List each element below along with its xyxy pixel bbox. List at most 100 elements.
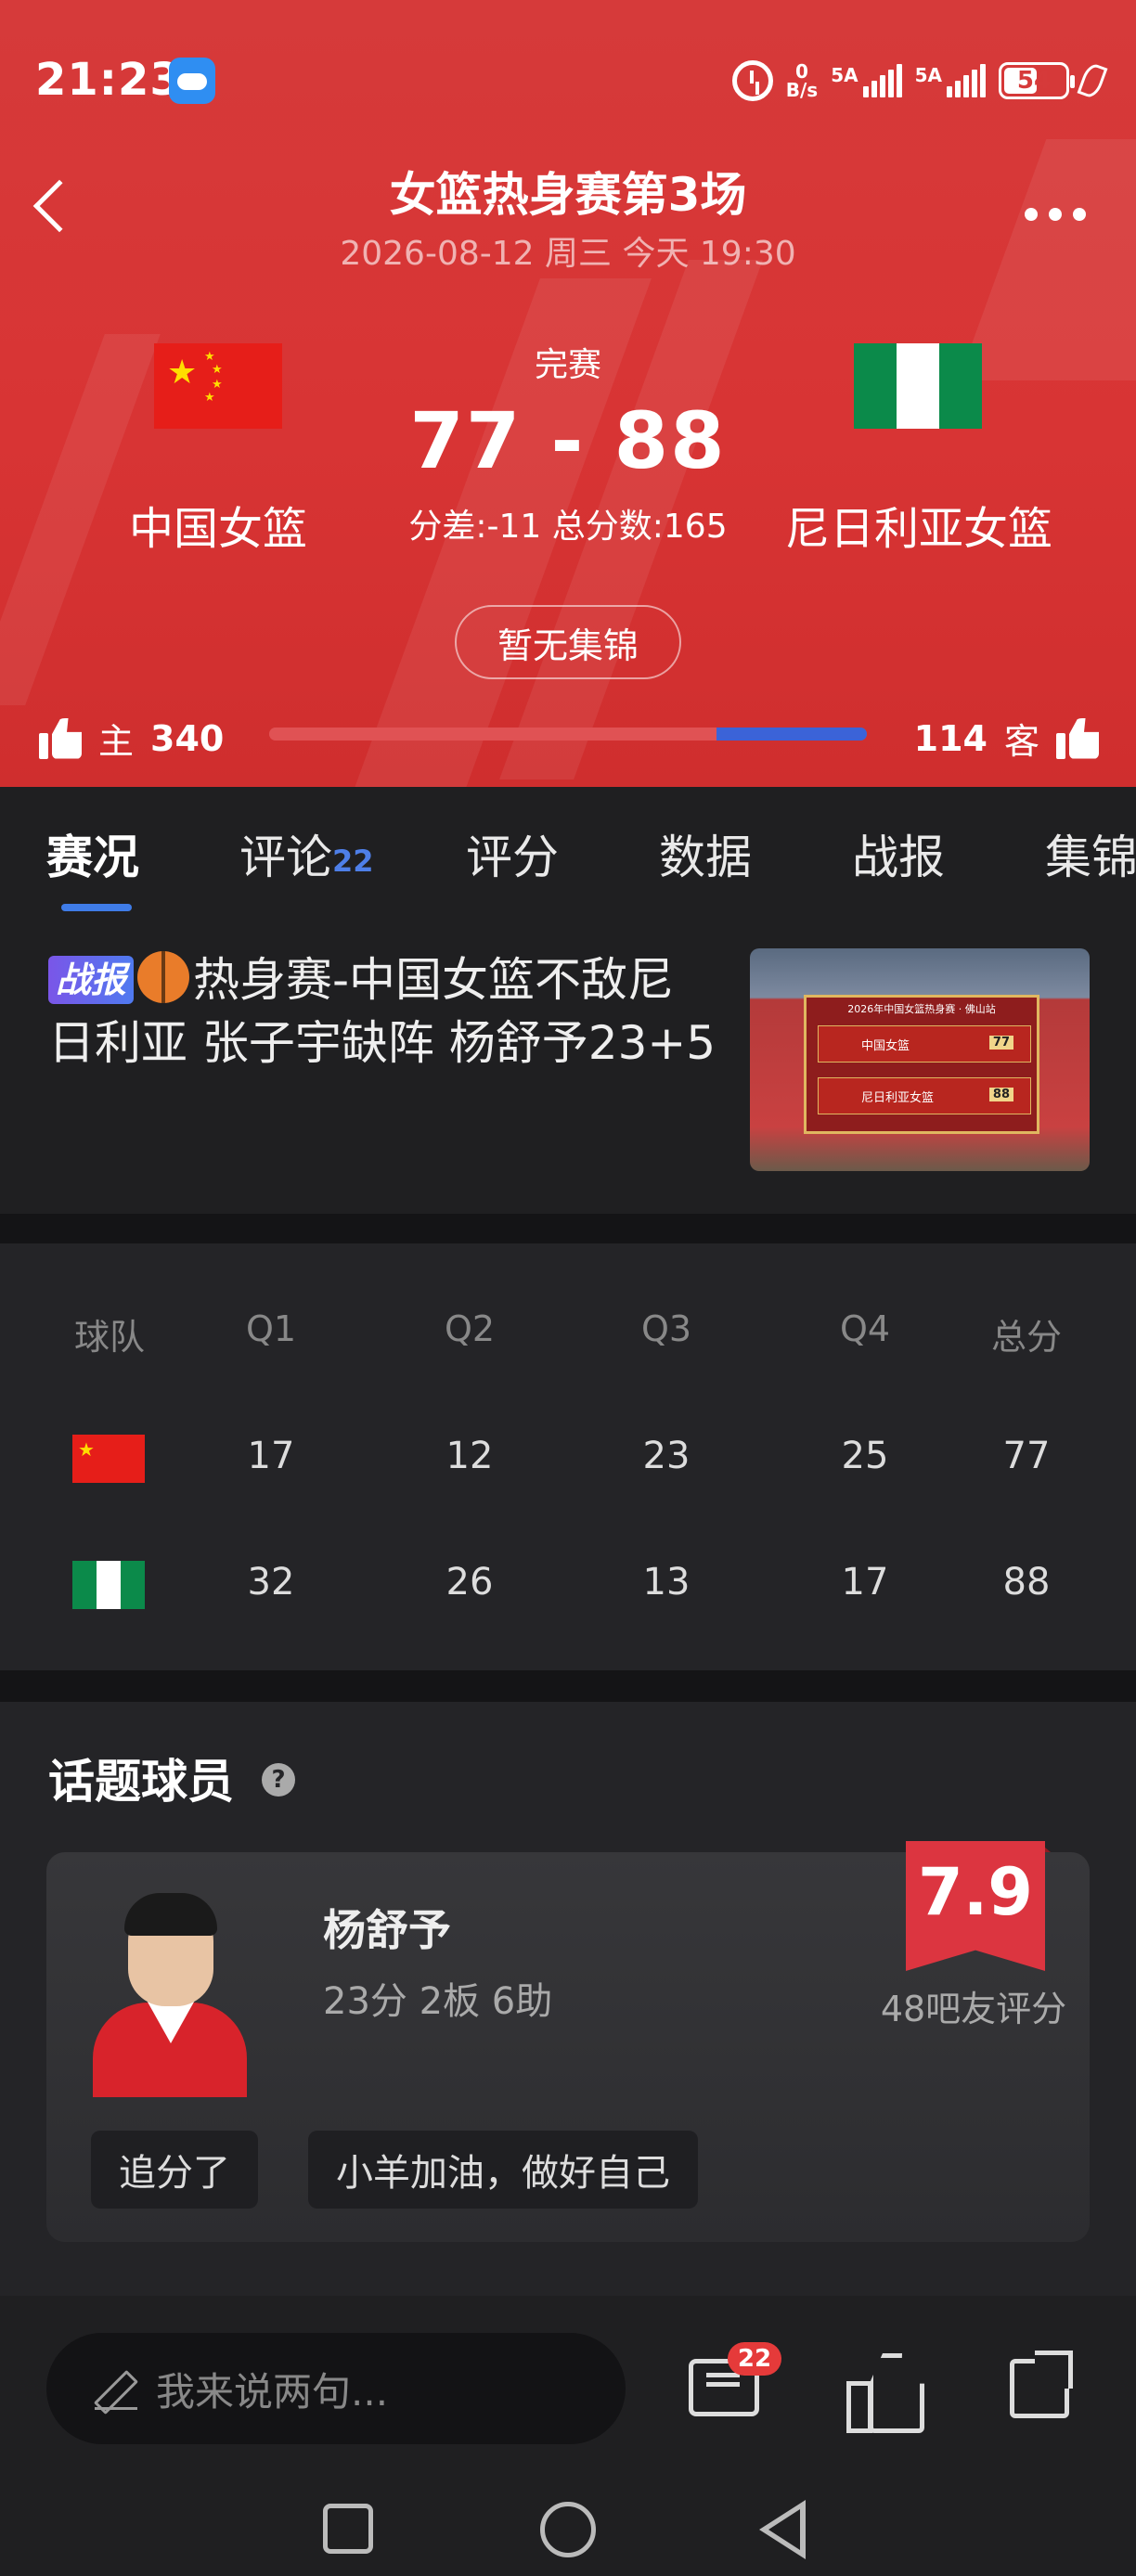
match-status: 完赛 xyxy=(534,346,601,384)
home-vote-count: 340 xyxy=(150,717,225,759)
comment-chip[interactable]: 小羊加油，做好自己 xyxy=(308,2131,698,2209)
page-title: 女篮热身赛第3场 xyxy=(389,168,747,222)
scoreboard-score: 77 xyxy=(988,1036,1013,1050)
tab-label: 集锦 xyxy=(1045,831,1136,884)
tab-report[interactable]: 战报 xyxy=(852,820,945,887)
match-score: 77 - 88 xyxy=(409,395,727,486)
news-headline-block: 战报 热身赛-中国女篮不敌尼日利亚 张子宇缺阵 杨舒予23+5 xyxy=(48,948,716,1075)
tab-comments[interactable]: 评论22 xyxy=(239,820,374,887)
scoreboard-team: 中国女篮 xyxy=(861,1038,910,1053)
tab-game-status[interactable]: 赛况 xyxy=(46,820,139,887)
vote-progress-bar xyxy=(269,728,867,741)
like-icon[interactable] xyxy=(846,2353,917,2433)
section-divider xyxy=(0,1214,1136,1243)
scoreboard-title: 2026年中国女篮热身赛 · 佛山站 xyxy=(847,1003,996,1015)
vote-bar-away xyxy=(716,728,867,741)
scoreboard-team: 尼日利亚女篮 xyxy=(861,1090,935,1105)
news-thumbnail[interactable]: 2026年中国女篮热身赛 · 佛山站 中国女篮 77 尼日利亚女篮 88 xyxy=(750,948,1090,1171)
table-cell: 26 xyxy=(445,1561,494,1604)
comment-placeholder: 我来说两句... xyxy=(156,2368,389,2415)
more-icon[interactable] xyxy=(1025,208,1086,221)
home-button[interactable] xyxy=(540,2502,596,2557)
status-time: 21:23 xyxy=(35,54,182,106)
table-cell: 17 xyxy=(841,1561,889,1604)
section-title: 话题球员 xyxy=(48,1755,234,1809)
vote-bar-home xyxy=(269,728,717,741)
signal-label: 5A xyxy=(914,64,942,86)
player-name: 杨舒予 xyxy=(323,1905,451,1955)
thumbs-up-icon xyxy=(1056,718,1099,759)
rating-label: 48吧友评分 xyxy=(880,1989,1067,2029)
comment-count-badge: 22 xyxy=(728,2342,781,2376)
tab-stats[interactable]: 数据 xyxy=(659,820,752,887)
status-indicators: 0 B/s 5A 5A 54 xyxy=(731,58,1108,104)
scoreboard-row: 尼日利亚女篮 88 xyxy=(818,1077,1031,1114)
tab-label: 评分 xyxy=(466,831,559,884)
nigeria-flag-icon xyxy=(72,1561,145,1609)
pencil-icon xyxy=(95,2367,137,2410)
table-cell: 12 xyxy=(445,1435,494,1477)
score-summary: 分差:-11 总分数:165 xyxy=(408,508,728,546)
alarm-icon xyxy=(731,60,773,101)
table-header: 球队 xyxy=(73,1317,145,1358)
away-vote-label: 客 xyxy=(1003,721,1039,762)
player-card[interactable]: 杨舒予 23分 2板 6助 7.9 48吧友评分 追分了 小羊加油，做好自己 xyxy=(46,1841,1090,2242)
highlights-button[interactable]: 暂无集锦 xyxy=(455,605,681,679)
tab-badge: 22 xyxy=(332,844,374,879)
home-vote[interactable]: 主 340 xyxy=(39,713,224,764)
back-button[interactable] xyxy=(759,2500,806,2559)
player-avatar xyxy=(93,1893,247,2097)
table-header: Q4 xyxy=(839,1308,891,1349)
tab-label: 赛况 xyxy=(46,831,139,884)
table-header: 总分 xyxy=(990,1317,1062,1358)
away-vote-count: 114 xyxy=(913,717,988,759)
rating-badge: 7.9 xyxy=(906,1841,1045,1971)
scoreboard-score: 88 xyxy=(988,1088,1013,1101)
signal-icon: 5A xyxy=(915,64,986,97)
leaf-icon xyxy=(1077,61,1108,100)
table-header: Q3 xyxy=(640,1308,692,1349)
player-stats: 23分 2板 6助 xyxy=(323,1980,553,2023)
tab-bar: 赛况 评论22 评分 数据 战报 集锦 xyxy=(0,787,1136,917)
scoreboard-row: 中国女篮 77 xyxy=(818,1025,1031,1063)
net-speed-unit: B/s xyxy=(785,79,819,101)
section-divider xyxy=(0,1670,1136,1702)
report-badge: 战报 xyxy=(48,956,135,1004)
hot-player-section: 话题球员 ? 杨舒予 23分 2板 6助 7.9 48吧友评分 追分了 小羊加油… xyxy=(0,1702,1136,2296)
scoreboard-graphic: 2026年中国女篮热身赛 · 佛山站 中国女篮 77 尼日利亚女篮 88 xyxy=(804,995,1039,1134)
signal-icon: 5A xyxy=(831,64,902,97)
table-header: Q2 xyxy=(444,1308,496,1349)
china-flag-icon: ★ xyxy=(72,1435,145,1483)
help-icon[interactable]: ? xyxy=(262,1763,295,1797)
away-vote[interactable]: 114 客 xyxy=(914,713,1099,764)
table-cell: 88 xyxy=(1002,1561,1051,1604)
thumbs-up-icon xyxy=(39,718,82,759)
table-cell: 13 xyxy=(642,1561,691,1604)
home-vote-label: 主 xyxy=(98,721,135,762)
tab-label: 数据 xyxy=(659,831,752,884)
net-speed: 0 B/s xyxy=(786,62,818,99)
tab-highlights[interactable]: 集锦 xyxy=(1045,820,1136,887)
battery-level: 54 xyxy=(1016,67,1052,95)
match-header: 21:23 0 B/s 5A 5A 54 女篮热身赛第3场 2026-08-12… xyxy=(0,0,1136,787)
table-cell: 23 xyxy=(642,1435,691,1477)
signal-label: 5A xyxy=(831,64,858,86)
table-cell: 77 xyxy=(1002,1435,1051,1477)
comment-input[interactable]: 我来说两句... xyxy=(46,2333,626,2444)
weather-icon xyxy=(169,58,215,104)
status-bar: 21:23 0 B/s 5A 5A 54 xyxy=(0,0,1136,167)
tab-label: 战报 xyxy=(852,831,945,884)
tab-label: 评论 xyxy=(239,831,332,884)
tab-ratings[interactable]: 评分 xyxy=(466,820,559,887)
news-item[interactable]: 战报 热身赛-中国女篮不敌尼日利亚 张子宇缺阵 杨舒予23+5 2026年中国女篮… xyxy=(0,917,1136,1214)
tab-indicator xyxy=(61,904,132,911)
recent-apps-button[interactable] xyxy=(323,2504,373,2554)
table-cell: 32 xyxy=(247,1561,295,1604)
table-cell: 25 xyxy=(841,1435,889,1477)
table-header: Q1 xyxy=(245,1308,297,1349)
net-speed-value: 0 xyxy=(795,60,808,83)
comment-chip[interactable]: 追分了 xyxy=(91,2131,258,2209)
quarter-score-table: 球队 Q1 Q2 Q3 Q4 总分 ★ 17 12 23 25 77 32 26… xyxy=(0,1243,1136,1670)
battery-icon: 54 xyxy=(999,62,1075,99)
share-icon[interactable] xyxy=(1010,2351,1073,2418)
